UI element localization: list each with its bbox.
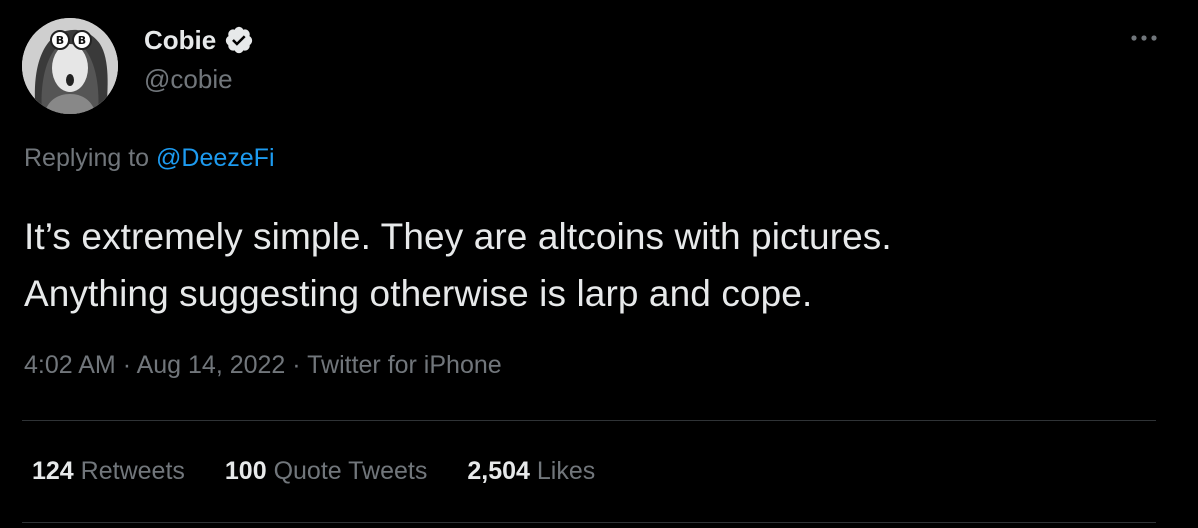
retweets-label: Retweets <box>80 457 185 485</box>
tweet-meta: 4:02 AM · Aug 14, 2022 · Twitter for iPh… <box>24 351 502 380</box>
tweet-header: B B Cobie @cobie <box>22 18 1172 114</box>
avatar[interactable]: B B <box>22 18 118 114</box>
quote-tweets-stat[interactable]: 100 Quote Tweets <box>225 457 427 486</box>
divider <box>22 522 1156 523</box>
meta-separator: · <box>122 351 132 379</box>
meta-separator: · <box>292 351 301 379</box>
tweet-detail: B B Cobie @cobie Replying to @DeezeFi It… <box>0 0 1198 528</box>
quote-tweets-count: 100 <box>224 457 267 485</box>
likes-label: Likes <box>536 457 596 485</box>
quote-tweets-label: Quote Tweets <box>273 457 428 485</box>
tweet-time-link[interactable]: 4:02 AM <box>24 351 116 379</box>
display-name[interactable]: Cobie <box>144 25 216 56</box>
likes-count: 2,504 <box>467 457 530 485</box>
tweet-text-line: Anything suggesting otherwise is larp an… <box>24 273 813 314</box>
verified-badge-icon <box>224 25 254 55</box>
avatar-image: B B <box>22 18 118 114</box>
retweets-stat[interactable]: 124 Retweets <box>32 457 185 486</box>
engagement-stats: 124 Retweets 100 Quote Tweets 2,504 Like… <box>32 457 635 486</box>
author-handle[interactable]: @cobie <box>144 64 254 95</box>
svg-text:B: B <box>56 34 64 47</box>
tweet-text-line: It’s extremely simple. They are altcoins… <box>24 216 892 257</box>
divider <box>22 420 1156 421</box>
svg-text:B: B <box>78 34 86 47</box>
tweet-text: It’s extremely simple. They are altcoins… <box>24 208 1164 322</box>
more-options-icon[interactable] <box>1126 28 1162 48</box>
retweets-count: 124 <box>32 457 74 485</box>
replying-to: Replying to @DeezeFi <box>24 144 275 173</box>
display-name-row: Cobie <box>144 20 254 60</box>
tweet-date-link[interactable]: Aug 14, 2022 <box>137 351 286 379</box>
author-names: Cobie @cobie <box>144 20 254 95</box>
replying-to-label: Replying to <box>24 144 150 172</box>
reply-mention-link[interactable]: @DeezeFi <box>156 144 274 172</box>
tweet-source-link[interactable]: Twitter for iPhone <box>307 351 502 379</box>
likes-stat[interactable]: 2,504 Likes <box>467 457 595 486</box>
